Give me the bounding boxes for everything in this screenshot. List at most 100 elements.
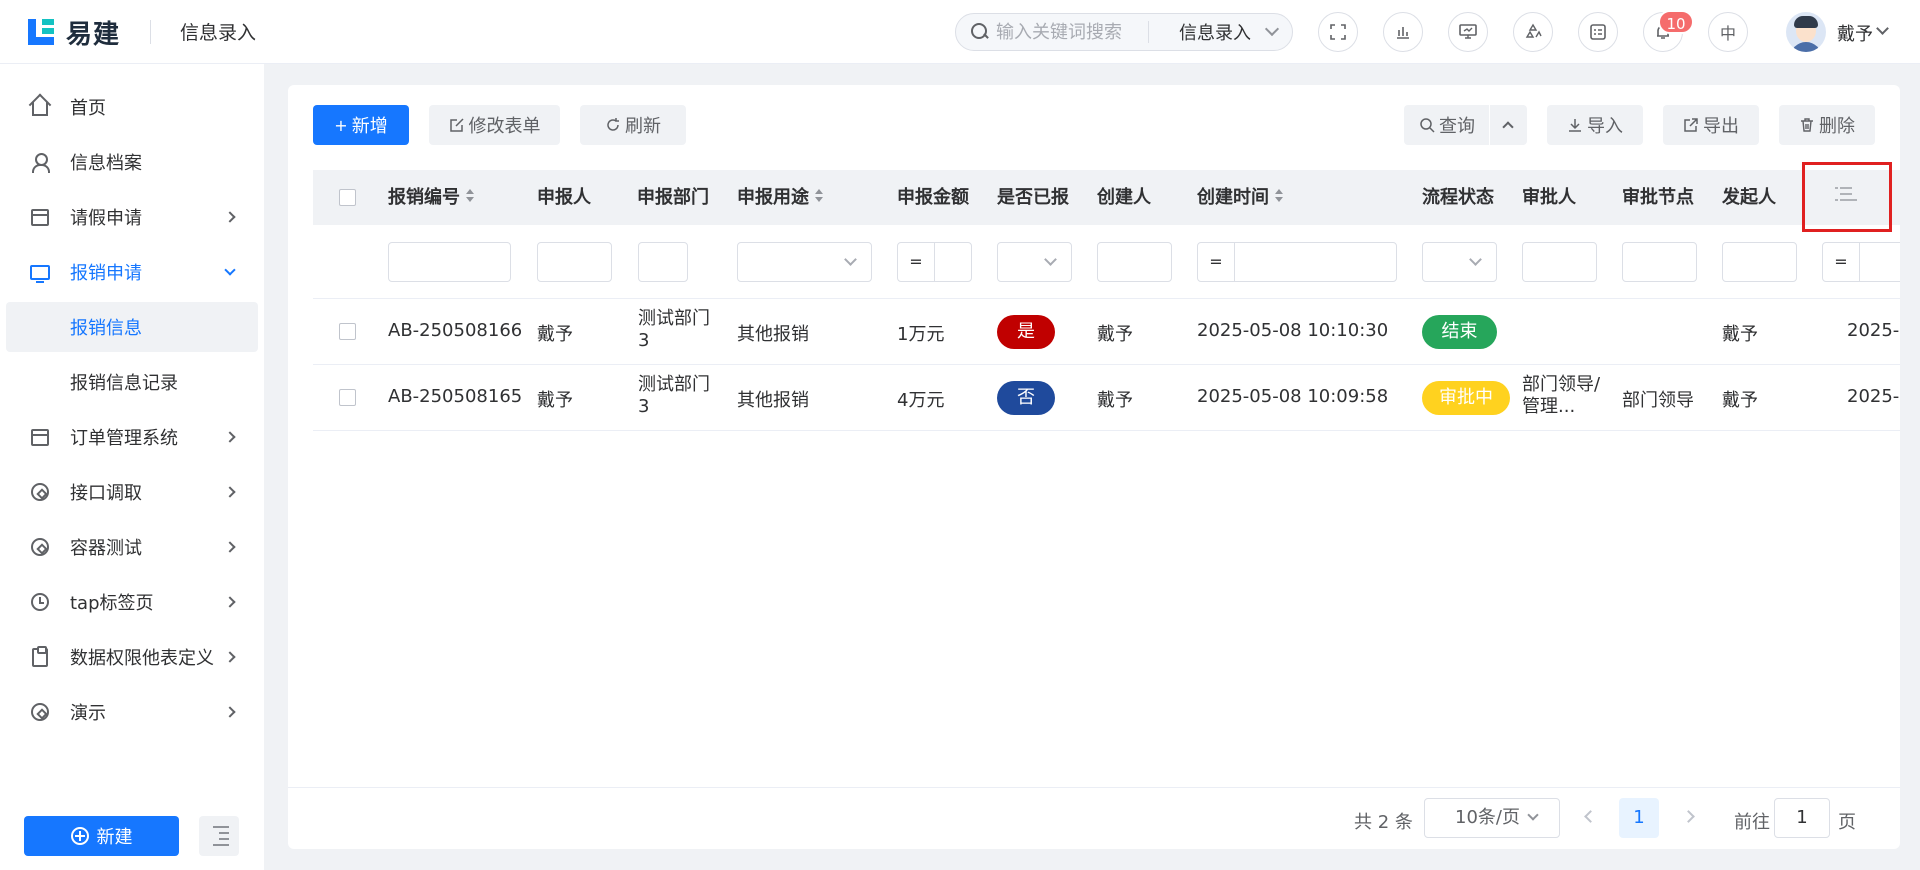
plus-circle-icon [70, 827, 89, 845]
cell-purpose: 其他报销 [737, 324, 809, 345]
filter-reported-select[interactable] [997, 242, 1072, 282]
import-button[interactable]: 导入 [1547, 105, 1643, 145]
sidebar-item-reimbursement-info[interactable]: 报销信息 [6, 302, 258, 352]
sidebar-item-home[interactable]: 首页 [6, 82, 258, 132]
home-icon [30, 97, 50, 117]
search-input[interactable] [996, 21, 1136, 43]
next-page-button[interactable] [1682, 810, 1695, 823]
filter-created-at-input[interactable]: = [1197, 242, 1397, 282]
prev-page-button[interactable] [1584, 810, 1597, 823]
monitor-button[interactable] [1448, 12, 1488, 52]
collapse-sidebar-button[interactable] [199, 816, 239, 856]
row-checkbox[interactable] [339, 389, 356, 406]
page-suffix: 页 [1838, 812, 1856, 833]
cell-applicant: 戴予 [537, 324, 573, 345]
pagination-total: 共 2 条 [1354, 812, 1413, 833]
sidebar-item-api[interactable]: 接口调取 [6, 467, 258, 517]
header-divider [150, 20, 151, 44]
filter-approver-input[interactable] [1522, 242, 1597, 282]
sidebar-item-leave[interactable]: 请假申请 [6, 192, 258, 242]
chevron-right-icon [224, 486, 236, 498]
filter-initiator-input[interactable] [1722, 242, 1797, 282]
logo-mark-icon [28, 17, 58, 47]
sidebar-item-reimbursement[interactable]: 报销申请 [6, 247, 258, 297]
sidebar-item-tap-tabs[interactable]: tap标签页 [6, 577, 258, 627]
chevron-down-icon[interactable] [1264, 21, 1280, 37]
column-header-approver: 审批人 [1522, 187, 1576, 208]
form-button[interactable] [1578, 12, 1618, 52]
notification-badge: 10 [1658, 10, 1694, 34]
chevron-up-icon[interactable] [1502, 121, 1514, 133]
sort-icon[interactable] [815, 189, 823, 203]
column-header-purpose[interactable]: 申报用途 [737, 170, 823, 225]
page-number-current[interactable]: 1 [1619, 798, 1659, 838]
edit-form-button[interactable]: 修改表单 [429, 105, 560, 145]
table-row[interactable]: AB-250508165 戴予 测试部门3 其他报销 4万元 否 戴予 2025… [313, 365, 1900, 431]
refresh-button[interactable]: 刷新 [580, 105, 686, 145]
filter-creator-input[interactable] [1097, 242, 1172, 282]
filter-node-input[interactable] [1622, 242, 1697, 282]
select-all-checkbox[interactable] [339, 189, 356, 206]
clock-icon [30, 592, 50, 612]
plus-icon: + [334, 115, 348, 135]
export-button[interactable]: 导出 [1663, 105, 1759, 145]
sidebar-item-reimbursement-records[interactable]: 报销信息记录 [6, 357, 258, 407]
sort-icon[interactable] [466, 189, 474, 203]
trash-icon [1801, 118, 1813, 132]
chevron-right-icon [224, 211, 236, 223]
column-settings-button[interactable] [1802, 162, 1892, 232]
table-row[interactable]: AB-250508166 戴予 测试部门3 其他报销 1万元 是 戴予 2025… [313, 299, 1900, 365]
filter-dept-input[interactable] [638, 242, 688, 282]
compass-icon [30, 482, 50, 502]
content-panel: + 新增 修改表单 刷新 查询 导入 导出 删除 报销编号 申报人 申报部门 申… [288, 85, 1900, 849]
language-button[interactable]: 中 [1708, 12, 1748, 52]
sidebar-item-container-test[interactable]: 容器测试 [6, 522, 258, 572]
column-header-created-at[interactable]: 创建时间 [1197, 170, 1283, 225]
top-header: 易建 信息录入 信息录入 10 中 戴予 [0, 0, 1920, 64]
query-button[interactable]: 查询 [1404, 105, 1527, 145]
sidebar-item-demo[interactable]: 演示 [6, 687, 258, 737]
filter-amount-input[interactable]: = [897, 242, 972, 282]
sidebar-item-orders[interactable]: 订单管理系统 [6, 412, 258, 462]
filter-purpose-select[interactable] [737, 242, 872, 282]
avatar[interactable] [1786, 12, 1826, 52]
status-badge: 审批中 [1422, 381, 1510, 415]
cell-extra: 2025-( [1847, 386, 1900, 407]
cell-dept: 测试部门3 [638, 374, 710, 417]
delete-button[interactable]: 删除 [1779, 105, 1875, 145]
cell-applicant: 戴予 [537, 390, 573, 411]
recycle-icon [1525, 23, 1542, 38]
sidebar-new-button[interactable]: 新建 [24, 816, 179, 856]
status-badge: 结束 [1422, 315, 1497, 349]
cell-approver: 部门领导/管理... [1522, 374, 1601, 417]
fullscreen-button[interactable] [1318, 12, 1358, 52]
user-name[interactable]: 戴予 [1837, 20, 1873, 46]
sidebar-item-profile[interactable]: 信息档案 [6, 137, 258, 187]
chevron-down-icon[interactable] [1876, 22, 1889, 35]
filter-status-select[interactable] [1422, 242, 1497, 282]
monitor-icon [30, 262, 50, 283]
column-header-id[interactable]: 报销编号 [388, 170, 474, 225]
search-scope-select[interactable]: 信息录入 [1179, 19, 1251, 45]
add-button[interactable]: + 新增 [313, 105, 409, 145]
app-logo[interactable]: 易建 [28, 14, 120, 50]
recycle-button[interactable] [1513, 12, 1553, 52]
filter-id-input[interactable] [388, 242, 511, 282]
chevron-right-icon [224, 706, 236, 718]
filter-extra-input[interactable]: = [1822, 242, 1900, 282]
page-size-select[interactable]: 10条/页 [1424, 798, 1560, 838]
chevron-down-icon [224, 264, 236, 276]
sort-icon[interactable] [1275, 189, 1283, 203]
monitor-icon [1459, 24, 1477, 39]
sidebar-item-data-permission[interactable]: 数据权限他表定义 [6, 632, 258, 682]
chart-button[interactable] [1383, 12, 1423, 52]
column-header-status: 流程状态 [1422, 187, 1494, 208]
bar-chart-icon [1397, 27, 1409, 39]
row-checkbox[interactable] [339, 323, 356, 340]
goto-page-input[interactable]: 1 [1774, 798, 1830, 838]
calendar-check-icon [30, 207, 50, 227]
cell-created-at: 2025-05-08 10:09:58 [1197, 386, 1389, 407]
goto-label: 前往 [1734, 812, 1770, 833]
filter-applicant-input[interactable] [537, 242, 612, 282]
edit-icon [449, 118, 464, 132]
